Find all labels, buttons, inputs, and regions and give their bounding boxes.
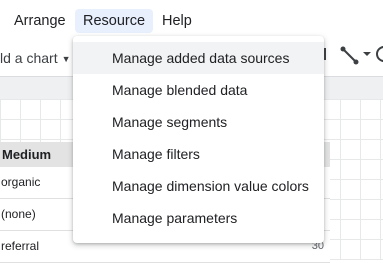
menu-item-manage-filters[interactable]: Manage filters	[73, 138, 324, 170]
menu-item-manage-segments[interactable]: Manage segments	[73, 106, 324, 138]
add-chart-button[interactable]: ld a chart ▼	[0, 46, 75, 70]
menu-item-manage-blended-data[interactable]: Manage blended data	[73, 74, 324, 106]
menu-help[interactable]: Help	[154, 9, 200, 33]
menubar: Arrange Resource Help	[0, 0, 383, 40]
resource-dropdown-menu: Manage added data sources Manage blended…	[73, 36, 324, 243]
caret-down-icon: ▼	[61, 54, 71, 64]
line-connector-icon[interactable]	[340, 45, 362, 65]
add-chart-label: ld a chart	[0, 50, 58, 66]
circle-shape-icon[interactable]	[374, 44, 383, 64]
table-cell: referral	[1, 239, 40, 253]
table-cell: (none)	[1, 207, 36, 221]
menu-arrange[interactable]: Arrange	[6, 9, 74, 33]
line-caret-icon[interactable]	[363, 50, 371, 58]
menu-item-manage-data-sources[interactable]: Manage added data sources	[73, 42, 324, 74]
menu-resource[interactable]: Resource	[75, 9, 154, 33]
menu-item-manage-parameters[interactable]: Manage parameters	[73, 202, 324, 234]
table-cell: organic	[1, 175, 41, 189]
menu-item-manage-dimension-value-colors[interactable]: Manage dimension value colors	[73, 170, 324, 202]
